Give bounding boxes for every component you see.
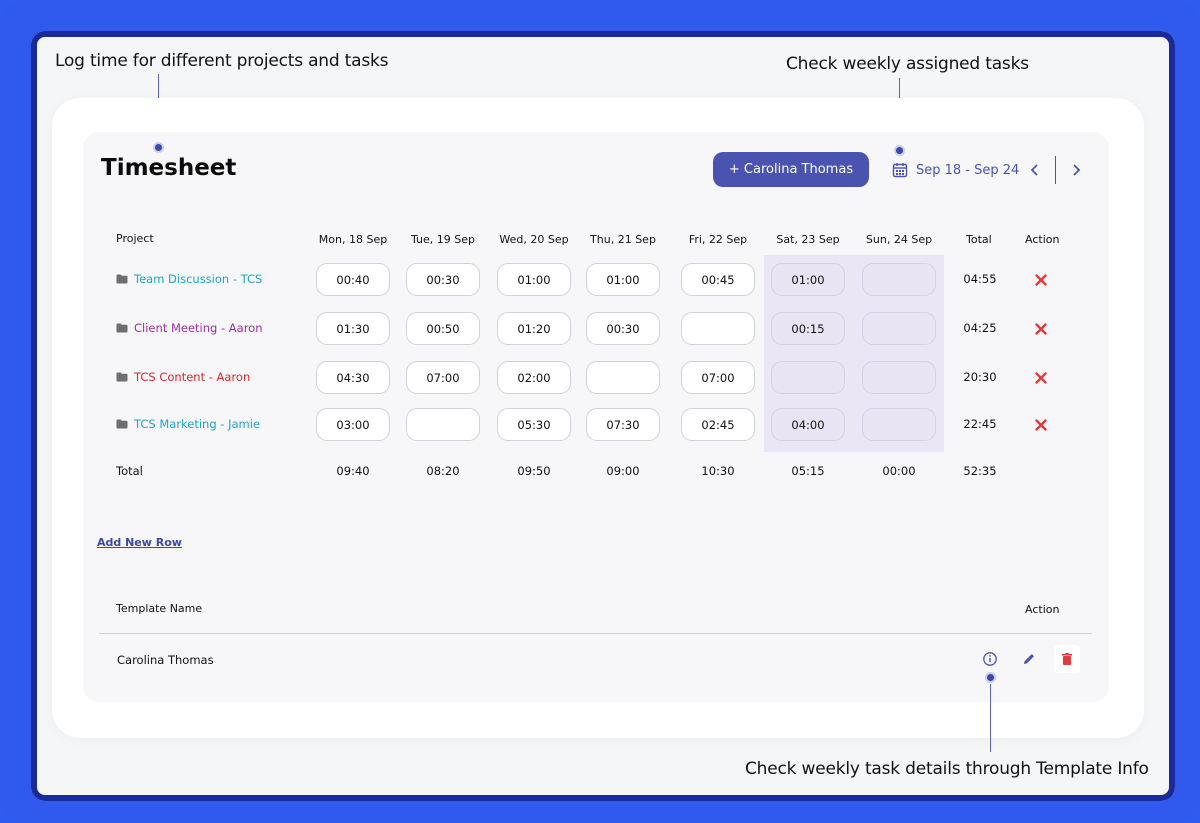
annotation-line-template-info [990,684,991,752]
time-input[interactable]: 00:50 [406,312,480,345]
date-range-picker[interactable]: Sep 18 - Sep 24 [892,160,1019,180]
column-header-project: Project [116,232,154,245]
column-header-day: Fri, 22 Sep [688,233,748,246]
annotation-dot-template-info [985,672,996,683]
project-link[interactable]: TCS Marketing - Jamie [116,416,260,432]
grand-total: 52:35 [963,464,997,478]
time-input[interactable] [771,361,845,394]
time-input[interactable]: 04:00 [771,408,845,441]
project-link[interactable]: Team Discussion - TCS [116,271,262,287]
time-input[interactable]: 04:30 [316,361,390,394]
nav-divider [1055,156,1056,184]
close-icon [1035,323,1047,335]
time-input[interactable]: 00:15 [771,312,845,345]
time-input[interactable]: 01:00 [586,263,660,296]
delete-row-button[interactable] [1034,322,1048,336]
template-delete-button[interactable] [1059,651,1075,667]
page-title: Timesheet [101,155,237,181]
time-input[interactable] [862,263,936,296]
column-header-day: Wed, 20 Sep [499,233,569,246]
time-input[interactable]: 01:20 [497,312,571,345]
column-header-day: Thu, 21 Sep [590,233,656,246]
column-header-day: Sat, 23 Sep [776,233,840,246]
template-action-header: Action [1025,603,1060,616]
close-icon [1035,274,1047,286]
time-input[interactable] [586,361,660,394]
time-input[interactable]: 07:30 [586,408,660,441]
time-input[interactable]: 02:45 [681,408,755,441]
time-input[interactable] [862,312,936,345]
day-total: 08:20 [426,464,460,478]
delete-row-button[interactable] [1034,418,1048,432]
template-edit-button[interactable] [1021,651,1037,667]
folder-icon [116,372,128,382]
time-input[interactable]: 05:30 [497,408,571,441]
row-total: 04:55 [963,272,997,286]
folder-icon [116,419,128,429]
project-link[interactable]: Client Meeting - Aaron [116,320,263,336]
day-total: 09:00 [606,464,640,478]
row-total: 20:30 [963,370,997,384]
project-label: Client Meeting - Aaron [134,321,263,335]
column-header-action: Action [1025,233,1060,246]
totals-label: Total [116,464,143,478]
annotation-weekly-tasks: Check weekly assigned tasks [786,54,1029,74]
folder-icon [116,323,128,333]
date-range-label: Sep 18 - Sep 24 [916,162,1020,178]
day-total: 00:00 [882,464,916,478]
close-icon [1035,372,1047,384]
next-week-button[interactable] [1067,160,1085,180]
day-total: 09:50 [517,464,551,478]
column-header-day: Sun, 24 Sep [865,233,933,246]
chevron-left-icon [1030,164,1038,176]
row-total: 22:45 [963,417,997,431]
annotation-dot-weekly-tasks [894,145,905,156]
time-input[interactable]: 03:00 [316,408,390,441]
annotation-template-info: Check weekly task details through Templa… [745,759,1149,779]
add-new-row-link[interactable]: Add New Row [97,536,182,549]
day-total: 09:40 [336,464,370,478]
template-row-name: Carolina Thomas [117,653,214,667]
time-input[interactable] [862,361,936,394]
project-label: Team Discussion - TCS [134,272,263,286]
annotation-log-time: Log time for different projects and task… [55,51,389,71]
time-input[interactable]: 01:00 [771,263,845,296]
add-user-button[interactable]: + Carolina Thomas [713,152,869,187]
chevron-right-icon [1073,164,1081,176]
time-input[interactable]: 07:00 [406,361,480,394]
template-info-button[interactable] [982,651,998,667]
time-input[interactable] [681,312,755,345]
row-total: 04:25 [963,321,997,335]
prev-week-button[interactable] [1026,160,1044,180]
project-label: TCS Marketing - Jamie [134,417,261,431]
close-icon [1035,419,1047,431]
delete-row-button[interactable] [1034,371,1048,385]
folder-icon [116,274,128,284]
time-input[interactable]: 01:00 [497,263,571,296]
time-input[interactable] [862,408,936,441]
info-icon [983,652,997,666]
time-input[interactable]: 00:40 [316,263,390,296]
day-total: 05:15 [791,464,825,478]
time-input[interactable]: 00:45 [681,263,755,296]
template-name-header: Template Name [116,602,203,615]
annotation-dot-log-time [153,142,164,153]
time-input[interactable]: 07:00 [681,361,755,394]
column-header-day: Mon, 18 Sep [318,233,388,246]
time-input[interactable]: 01:30 [316,312,390,345]
day-total: 10:30 [701,464,735,478]
trash-icon [1062,652,1072,665]
pencil-icon [1024,654,1034,664]
column-header-total: Total [966,233,992,246]
delete-row-button[interactable] [1034,273,1048,287]
time-input[interactable]: 00:30 [586,312,660,345]
template-divider [99,633,1092,634]
calendar-icon [892,163,908,178]
time-input[interactable]: 02:00 [497,361,571,394]
project-label: TCS Content - Aaron [134,370,251,384]
column-header-day: Tue, 19 Sep [410,233,475,246]
time-input[interactable] [406,408,480,441]
time-input[interactable]: 00:30 [406,263,480,296]
project-link[interactable]: TCS Content - Aaron [116,369,250,385]
